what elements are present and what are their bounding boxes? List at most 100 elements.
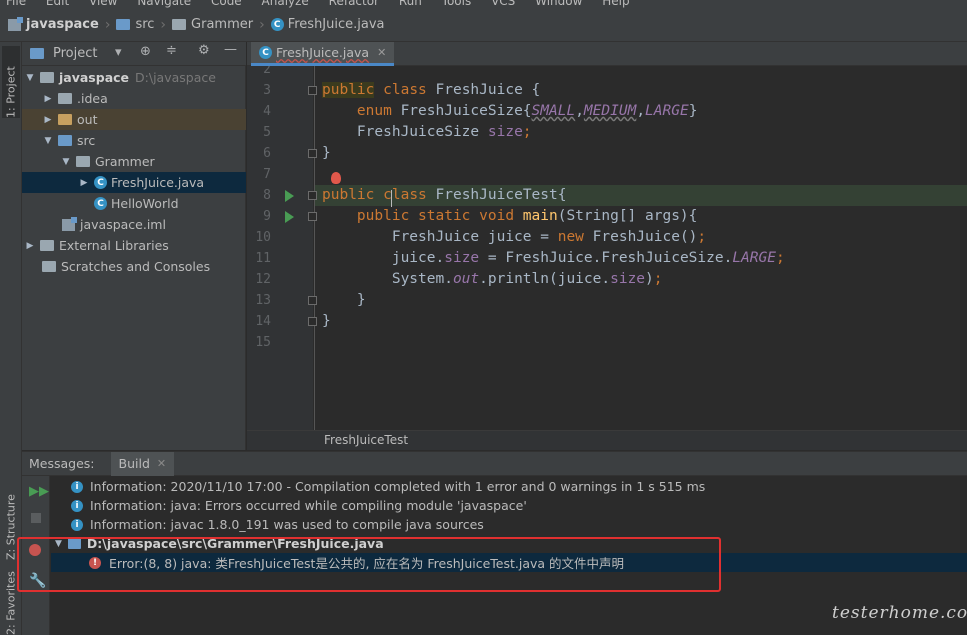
fold-icon[interactable] [308, 86, 317, 95]
collapse-arrow-icon[interactable]: ▶ [78, 178, 90, 188]
code-line-10: FreshJuice juice = new FreshJuice(); [391, 229, 707, 245]
run-icon[interactable] [285, 211, 294, 223]
chevron-right-icon: › [259, 16, 265, 33]
messages-label: Messages: [29, 456, 95, 471]
project-tree: ▼ javaspace D:\javaspace ▶ .idea ▶ out ▼… [22, 66, 246, 450]
class-icon: C [259, 46, 272, 59]
lightbulb-error-icon[interactable] [331, 172, 341, 184]
folder-icon [58, 114, 72, 125]
fold-icon[interactable] [308, 149, 317, 158]
code-line-6: } [322, 145, 331, 161]
menu-view[interactable]: View [89, 0, 117, 8]
project-view-selector[interactable]: Project [53, 46, 97, 61]
fold-icon[interactable] [308, 317, 317, 326]
menu-help[interactable]: Help [602, 0, 629, 8]
menu-tools[interactable]: Tools [442, 0, 472, 8]
tree-item-idea[interactable]: ▶ .idea [22, 88, 246, 109]
gear-icon[interactable]: ⚙ [198, 43, 210, 58]
close-icon[interactable]: ✕ [377, 46, 386, 59]
tree-item-freshjuice[interactable]: ▶ C FreshJuice.java [22, 172, 246, 193]
line-number: 14 [255, 314, 271, 329]
nav-crumb-package[interactable]: Grammer › [172, 17, 271, 33]
code-editor[interactable]: 2 3 4 5 6 7 8 9 10 11 12 13 14 15 public… [247, 66, 967, 430]
code-line-14: } [322, 313, 331, 329]
folder-icon [40, 72, 54, 83]
line-number: 7 [263, 167, 271, 182]
tree-item-helloworld[interactable]: C HelloWorld [22, 193, 246, 214]
info-icon: i [71, 499, 83, 512]
tree-item-src[interactable]: ▼ src [22, 130, 246, 151]
chevron-right-icon: › [104, 16, 111, 33]
chevron-down-icon[interactable]: ▾ [115, 45, 122, 60]
code-line-9: public static void main(String[] args){ [356, 208, 698, 224]
class-icon: C [94, 176, 107, 189]
text-caret [391, 190, 392, 207]
module-icon [8, 16, 23, 31]
line-number: 10 [255, 230, 271, 245]
list-item[interactable]: i Information: java: Errors occurred whi… [51, 496, 967, 515]
code-line-13: } [356, 292, 366, 308]
class-icon: C [94, 197, 107, 210]
line-number: 11 [255, 251, 271, 266]
tree-item-grammer[interactable]: ▼ Grammer [22, 151, 246, 172]
close-icon[interactable]: ✕ [157, 457, 166, 470]
collapse-arrow-icon[interactable]: ▶ [24, 241, 36, 251]
menu-window[interactable]: Window [535, 0, 582, 8]
project-icon [30, 48, 44, 59]
menu-run[interactable]: Run [399, 0, 422, 8]
source-folder-icon [58, 135, 72, 146]
collapse-arrow-icon[interactable]: ▶ [42, 115, 54, 125]
tree-item-external-libraries[interactable]: ▶ External Libraries [22, 235, 246, 256]
code-line-8: public class FreshJuiceTest{ [322, 187, 567, 203]
library-icon [40, 240, 54, 251]
locate-icon[interactable]: ⊕ [140, 44, 151, 59]
nav-crumb-project[interactable]: javaspace › [8, 16, 116, 33]
tree-item-javaspace[interactable]: ▼ javaspace D:\javaspace [22, 67, 246, 88]
package-icon [76, 156, 90, 167]
expand-arrow-icon[interactable]: ▼ [60, 157, 72, 167]
fold-icon[interactable] [308, 191, 317, 200]
nav-crumb-file[interactable]: C FreshJuice.java [270, 17, 385, 32]
menu-code[interactable]: Code [211, 0, 242, 8]
chevron-right-icon: › [160, 16, 167, 33]
tree-item-iml[interactable]: javaspace.iml [22, 214, 246, 235]
menu-vcs[interactable]: VCS [491, 0, 515, 8]
menu-refactor[interactable]: Refactor [329, 0, 379, 8]
folder-icon [116, 19, 131, 30]
list-item[interactable]: i Information: javac 1.8.0_191 was used … [51, 515, 967, 534]
code-line-4: enum FreshJuiceSize{SMALL,MEDIUM,LARGE} [356, 103, 698, 119]
editor-breadcrumb[interactable]: FreshJuiceTest [247, 430, 967, 450]
tree-item-out[interactable]: ▶ out [22, 109, 246, 130]
stop-icon[interactable] [31, 513, 41, 523]
code-line-11: juice.size = FreshJuice.FreshJuiceSize.L… [391, 250, 785, 266]
info-icon: i [71, 518, 83, 531]
class-icon: C [270, 18, 284, 31]
run-icon[interactable] [285, 190, 294, 202]
fold-icon[interactable] [308, 212, 317, 221]
collapse-all-icon[interactable]: ≑ [166, 43, 177, 58]
nav-crumb-src[interactable]: src › [116, 17, 172, 33]
menu-analyze[interactable]: Analyze [262, 0, 309, 8]
line-number: 3 [263, 83, 271, 98]
line-number: 2 [263, 66, 271, 77]
navigation-bar: javaspace › src › Grammer › C FreshJuice… [0, 8, 967, 42]
menu-file[interactable]: File [6, 0, 26, 8]
collapse-arrow-icon[interactable]: ▶ [42, 94, 54, 104]
fold-icon[interactable] [308, 296, 317, 305]
expand-arrow-icon[interactable]: ▼ [24, 73, 36, 83]
folder-icon [58, 93, 72, 104]
menu-edit[interactable]: Edit [46, 0, 69, 8]
expand-arrow-icon[interactable]: ▼ [42, 136, 54, 146]
tree-item-scratches[interactable]: Scratches and Consoles [22, 256, 246, 277]
hide-icon[interactable]: — [224, 42, 237, 57]
tab-build[interactable]: Build ✕ [110, 451, 175, 476]
editor-tab-freshjuice[interactable]: C FreshJuice.java ✕ [251, 42, 395, 66]
line-number: 6 [263, 146, 271, 161]
tool-tab-project[interactable]: 1: Project [2, 46, 20, 118]
editor-gutter [247, 66, 313, 430]
menu-navigate[interactable]: Navigate [137, 0, 191, 8]
watermark: testerhome.com [832, 603, 967, 623]
rerun-icon[interactable]: ▶▶ [29, 484, 49, 499]
list-item[interactable]: i Information: 2020/11/10 17:00 - Compil… [51, 477, 967, 496]
menu-bar: File Edit View Navigate Code Analyze Ref… [0, 0, 967, 8]
